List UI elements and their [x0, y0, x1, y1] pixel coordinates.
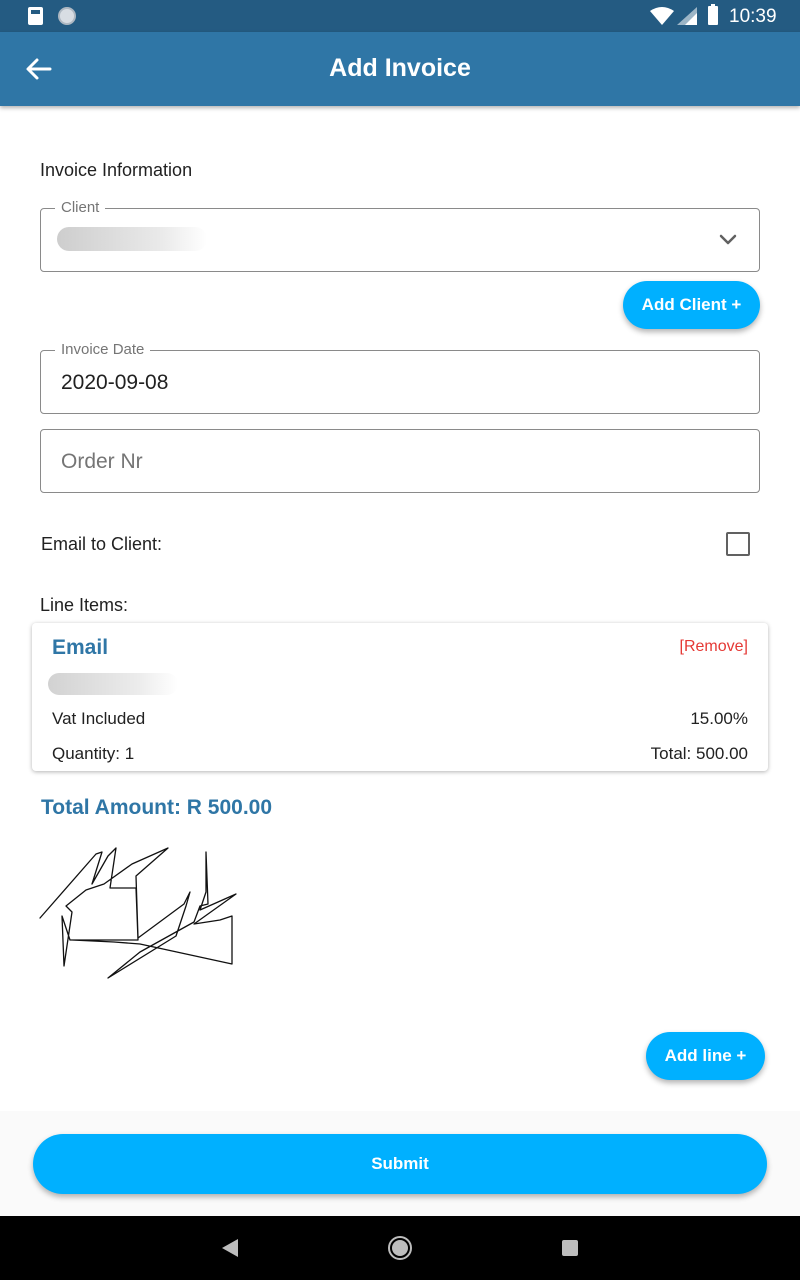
nav-home-icon[interactable] [388, 1236, 412, 1260]
email-to-client-checkbox[interactable] [726, 532, 750, 556]
remove-line-item-link[interactable]: [Remove] [680, 638, 748, 656]
status-time: 10:39 [729, 6, 777, 27]
sd-card-icon [28, 7, 43, 25]
email-to-client-label: Email to Client: [41, 534, 163, 554]
vat-value: 15.00% [690, 709, 748, 728]
client-value-obscured [57, 227, 207, 251]
vat-label: Vat Included [52, 709, 146, 728]
circle-notification-icon [58, 7, 76, 25]
invoice-date-field[interactable]: Invoice Date 2020-09-08 [40, 341, 760, 414]
client-label: Client [55, 199, 106, 216]
client-dropdown[interactable]: Client [40, 199, 760, 272]
signature-pad[interactable] [36, 844, 246, 986]
system-navigation-bar [0, 1216, 800, 1280]
quantity-text: Quantity: 1 [52, 744, 135, 763]
add-client-button[interactable]: Add Client + [623, 281, 760, 329]
line-item-card: Email [Remove] Vat Included 15.00% Quant… [32, 623, 768, 771]
page-title: Add Invoice [329, 54, 471, 82]
invoice-date-value: 2020-09-08 [61, 371, 169, 394]
status-bar: 10:39 [0, 0, 800, 32]
wifi-icon [650, 7, 674, 25]
nav-back-icon[interactable] [221, 1238, 239, 1258]
total-amount: Total Amount: R 500.00 [41, 796, 273, 819]
add-line-button[interactable]: Add line + [646, 1032, 765, 1080]
line-total-text: Total: 500.00 [650, 744, 748, 763]
line-item-description-obscured [48, 673, 178, 695]
line-item-name: Email [52, 636, 109, 659]
line-items-label: Line Items: [40, 595, 129, 615]
nav-recents-icon[interactable] [562, 1240, 578, 1256]
section-label-invoice-information: Invoice Information [40, 160, 193, 180]
signal-icon [677, 7, 697, 25]
invoice-date-label: Invoice Date [55, 341, 151, 358]
order-nr-placeholder: Order Nr [61, 450, 143, 473]
app-bar: Add Invoice [0, 32, 800, 106]
order-nr-field[interactable]: Order Nr [40, 429, 760, 493]
submit-button[interactable]: Submit [33, 1134, 767, 1194]
battery-icon [708, 4, 718, 25]
chevron-down-icon[interactable] [717, 231, 739, 249]
